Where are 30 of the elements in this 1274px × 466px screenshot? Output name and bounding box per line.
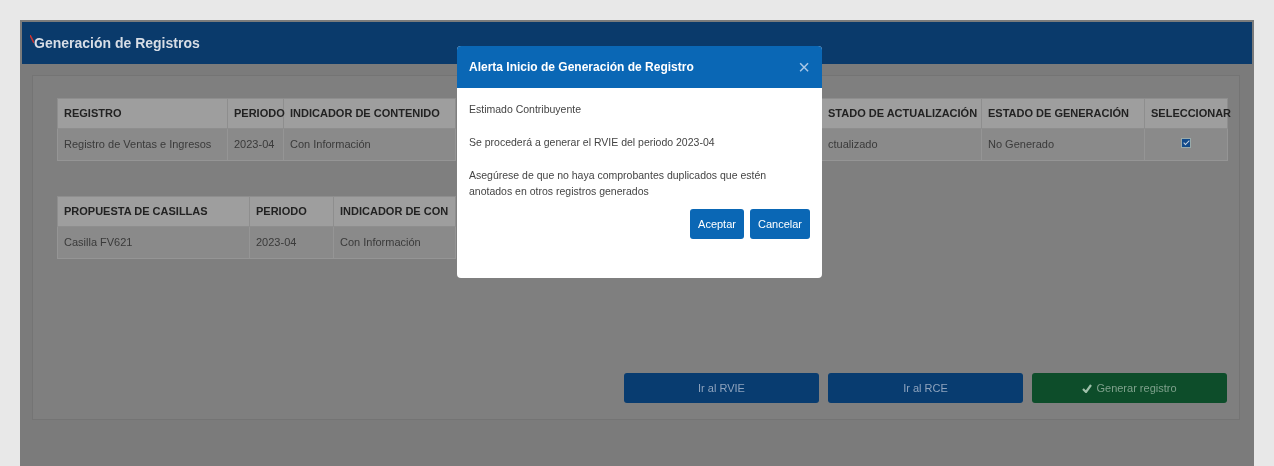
checkbox[interactable] xyxy=(1181,138,1191,149)
column-header: PERIODO xyxy=(227,98,284,129)
action-button[interactable]: Generar registro xyxy=(1032,373,1227,403)
table-cell: 2023-04 xyxy=(227,128,284,161)
table-cell: Con Información xyxy=(333,226,456,259)
dialog-text: Se procederá a generar el RVIE del periodo 2023-04 xyxy=(469,135,716,151)
column-header: STADO DE ACTUALIZACIÓN xyxy=(821,98,982,129)
accent-mark-icon xyxy=(30,35,34,43)
column-header: REGISTRO xyxy=(57,98,228,129)
column-header: INDICADOR DE CON xyxy=(333,196,456,227)
close-button[interactable]: × xyxy=(798,57,810,77)
table-cell: Casilla FV621 xyxy=(57,226,250,259)
dialog-title: Alerta Inicio de Generación de Registro xyxy=(469,59,694,76)
table-cell: No Generado xyxy=(981,128,1145,161)
check-icon xyxy=(1082,383,1093,393)
column-header: PROPUESTA DE CASILLAS xyxy=(57,196,250,227)
table-cell: ctualizado xyxy=(821,128,982,161)
dialog-text: Asegúrese de que no haya comprobantes duplicados que estén anotados en otros registros generados xyxy=(469,168,768,199)
column-header: INDICADOR DE CONTENIDO xyxy=(283,98,456,129)
table-cell: Registro de Ventas e Ingresos xyxy=(57,128,228,161)
column-header: ESTADO DE GENERACIÓN xyxy=(981,98,1145,129)
column-header: PERIODO xyxy=(249,196,334,227)
table-cell: 2023-04 xyxy=(249,226,334,259)
page-title: Generación de Registros xyxy=(34,33,200,53)
table-cell: Con Información xyxy=(283,128,456,161)
dialog-button[interactable]: Cancelar xyxy=(749,208,810,239)
action-button[interactable]: Ir al RCE xyxy=(828,373,1023,403)
dialog-text: Estimado Contribuyente xyxy=(469,102,583,117)
dialog-button[interactable]: Aceptar xyxy=(690,208,744,239)
action-button[interactable]: Ir al RVIE xyxy=(624,373,819,403)
